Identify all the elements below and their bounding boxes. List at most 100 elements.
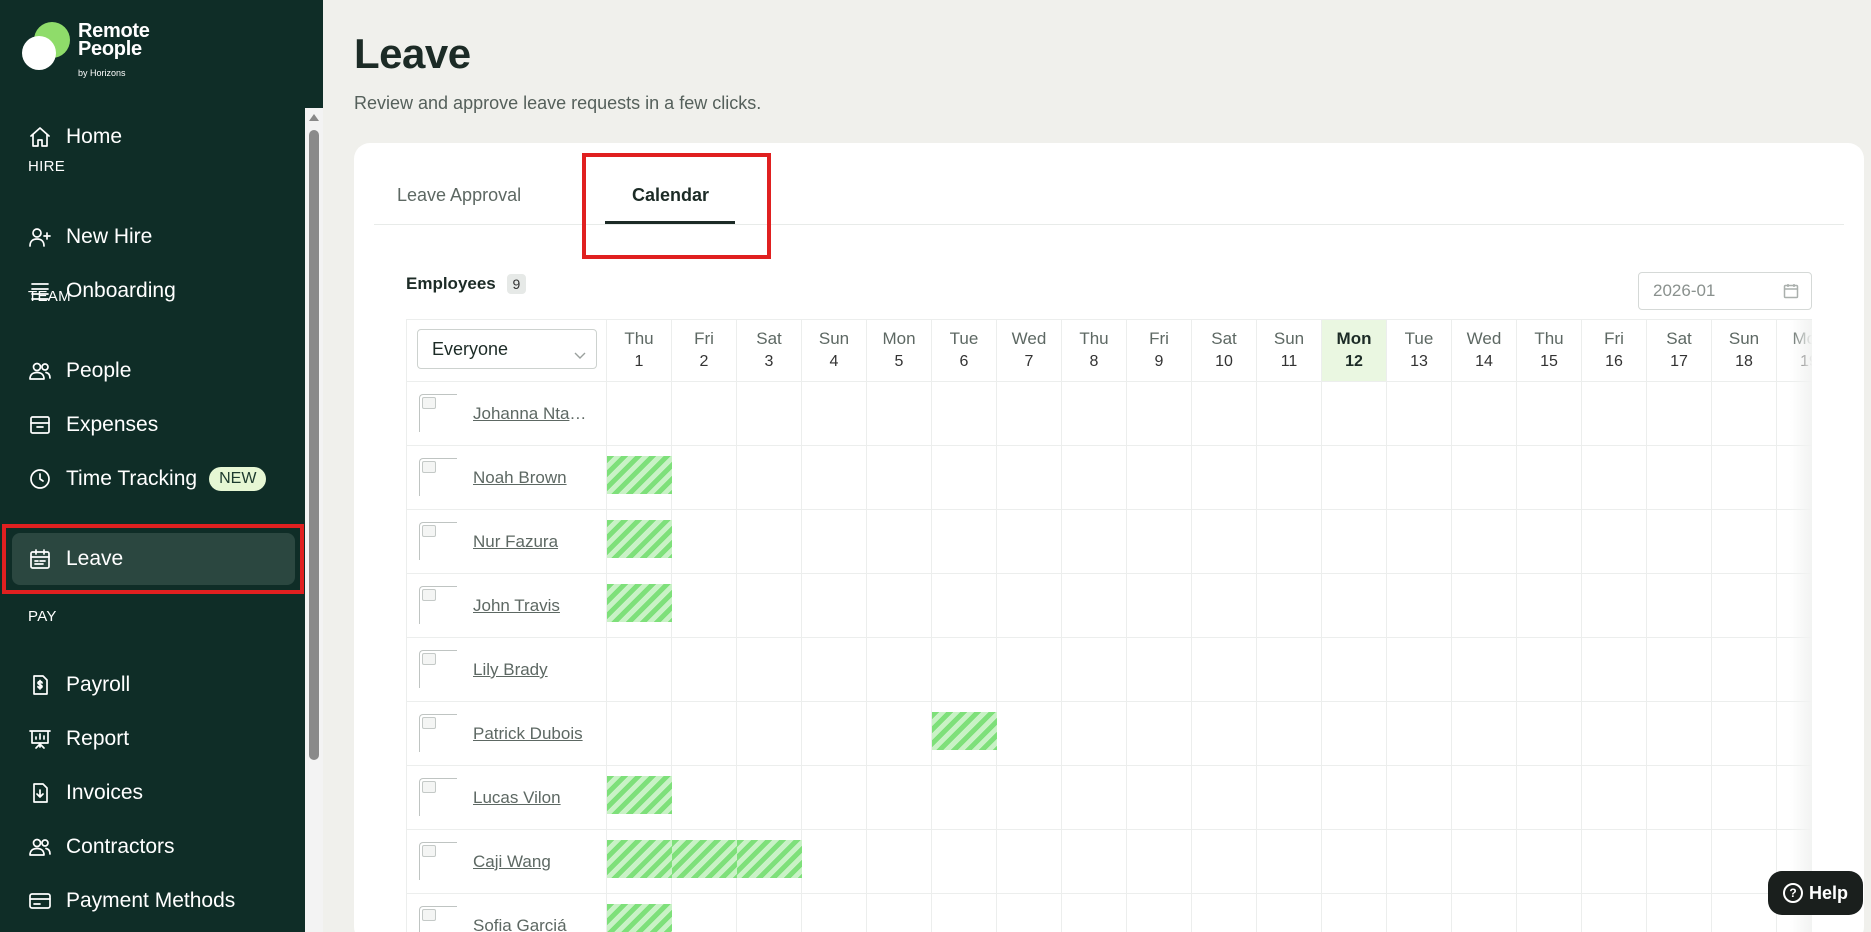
day-cell[interactable] (1062, 766, 1127, 830)
employee-name-link[interactable]: Caji Wang (473, 852, 599, 872)
day-cell[interactable] (607, 382, 672, 446)
employee-name-link[interactable]: Lily Brady (473, 660, 599, 680)
day-cell[interactable] (867, 830, 932, 894)
day-cell[interactable] (997, 510, 1062, 574)
day-cell[interactable] (1192, 510, 1257, 574)
day-cell[interactable] (1517, 830, 1582, 894)
day-cell[interactable] (1647, 894, 1712, 932)
day-cell[interactable] (997, 446, 1062, 510)
day-cell[interactable] (1582, 510, 1647, 574)
day-cell[interactable] (1517, 638, 1582, 702)
day-cell[interactable] (1257, 830, 1322, 894)
day-cell[interactable] (607, 894, 672, 932)
day-cell[interactable] (1517, 766, 1582, 830)
day-cell[interactable] (997, 894, 1062, 932)
day-cell[interactable] (1322, 638, 1387, 702)
day-cell[interactable] (997, 574, 1062, 638)
day-cell[interactable] (1582, 766, 1647, 830)
day-cell[interactable] (1517, 574, 1582, 638)
day-cell[interactable] (1192, 702, 1257, 766)
day-cell[interactable] (1257, 638, 1322, 702)
day-cell[interactable] (1712, 510, 1777, 574)
day-cell[interactable] (672, 382, 737, 446)
day-cell[interactable] (867, 382, 932, 446)
day-cell[interactable] (1452, 894, 1517, 932)
day-cell[interactable] (1127, 574, 1192, 638)
day-cell[interactable] (997, 382, 1062, 446)
day-cell[interactable] (672, 446, 737, 510)
day-cell[interactable] (1712, 446, 1777, 510)
day-cell[interactable] (932, 382, 997, 446)
day-cell[interactable] (802, 510, 867, 574)
day-cell[interactable] (867, 446, 932, 510)
day-cell[interactable] (1062, 894, 1127, 932)
day-cell[interactable] (672, 510, 737, 574)
sidebar-item-home[interactable]: Home (12, 111, 295, 163)
day-cell[interactable] (1712, 638, 1777, 702)
day-cell[interactable] (737, 894, 802, 932)
day-cell[interactable] (1582, 574, 1647, 638)
sidebar-item-invoices[interactable]: Invoices (12, 767, 295, 819)
day-cell[interactable] (1647, 382, 1712, 446)
day-cell[interactable] (1452, 702, 1517, 766)
sidebar-item-contractors[interactable]: Contractors (12, 821, 295, 873)
day-cell[interactable] (1322, 510, 1387, 574)
day-cell[interactable] (1127, 638, 1192, 702)
leave-block[interactable] (607, 904, 672, 932)
tab-leave-approval[interactable]: Leave Approval (397, 185, 521, 206)
scroll-up-icon[interactable] (309, 114, 319, 121)
day-cell[interactable] (1647, 510, 1712, 574)
day-cell[interactable] (932, 894, 997, 932)
day-cell[interactable] (1127, 446, 1192, 510)
day-cell[interactable] (1127, 382, 1192, 446)
day-cell[interactable] (1192, 830, 1257, 894)
sidebar-item-report[interactable]: Report (12, 713, 295, 765)
day-cell[interactable] (1452, 446, 1517, 510)
day-cell[interactable] (1517, 382, 1582, 446)
day-cell[interactable] (802, 382, 867, 446)
employee-name-link[interactable]: John Travis (473, 596, 599, 616)
day-cell[interactable] (867, 702, 932, 766)
day-cell[interactable] (1712, 382, 1777, 446)
day-cell[interactable] (867, 574, 932, 638)
leave-block[interactable] (737, 840, 802, 878)
sidebar-item-time-tracking[interactable]: Time Tracking NEW (12, 453, 295, 505)
day-cell[interactable] (1387, 446, 1452, 510)
leave-block[interactable] (672, 840, 737, 878)
day-cell[interactable] (1257, 894, 1322, 932)
month-picker[interactable]: 2026-01 (1638, 272, 1812, 310)
day-cell[interactable] (867, 510, 932, 574)
day-cell[interactable] (802, 830, 867, 894)
employee-name-link[interactable]: Johanna Ntamack (473, 404, 599, 424)
day-cell[interactable] (607, 702, 672, 766)
day-cell[interactable] (1582, 830, 1647, 894)
day-cell[interactable] (1647, 446, 1712, 510)
day-cell[interactable] (1257, 702, 1322, 766)
day-cell[interactable] (1127, 766, 1192, 830)
day-cell[interactable] (1387, 766, 1452, 830)
day-cell[interactable] (1582, 446, 1647, 510)
sidebar-item-payroll[interactable]: Payroll (12, 659, 295, 711)
sidebar-item-expenses[interactable]: Expenses (12, 399, 295, 451)
day-cell[interactable] (737, 638, 802, 702)
day-cell[interactable] (1062, 830, 1127, 894)
day-cell[interactable] (1192, 382, 1257, 446)
sidebar-item-new-hire[interactable]: New Hire (12, 211, 295, 263)
day-cell[interactable] (672, 702, 737, 766)
day-cell[interactable] (607, 574, 672, 638)
day-cell[interactable] (737, 382, 802, 446)
day-cell[interactable] (802, 574, 867, 638)
day-cell[interactable] (997, 830, 1062, 894)
day-cell[interactable] (737, 446, 802, 510)
sidebar-item-people[interactable]: People (12, 345, 295, 397)
day-cell[interactable] (607, 510, 672, 574)
day-cell[interactable] (1452, 766, 1517, 830)
day-cell[interactable] (1257, 510, 1322, 574)
day-cell[interactable] (1062, 446, 1127, 510)
day-cell[interactable] (1517, 894, 1582, 932)
day-cell[interactable] (1062, 702, 1127, 766)
sidebar-scrollbar[interactable] (305, 108, 323, 932)
day-cell[interactable] (1192, 638, 1257, 702)
day-cell[interactable] (1322, 574, 1387, 638)
day-cell[interactable] (1387, 574, 1452, 638)
